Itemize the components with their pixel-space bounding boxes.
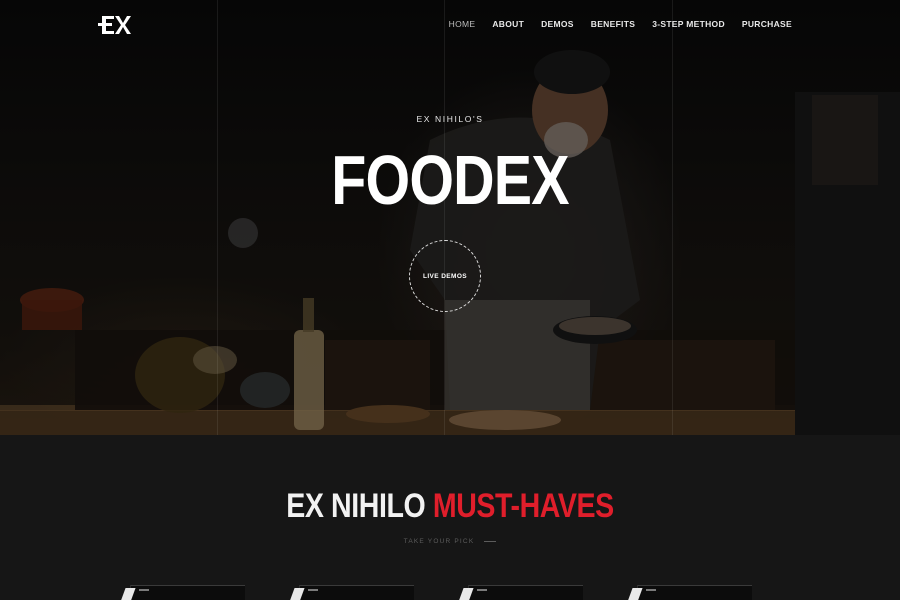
must-haves-section: EX NIHILO MUST-HAVES TAKE YOUR PICK <box>0 435 900 600</box>
nav-3-step-method[interactable]: 3-STEP METHOD <box>652 19 725 29</box>
nav-purchase[interactable]: PURCHASE <box>742 19 792 29</box>
live-demos-label: LIVE DEMOS <box>422 272 468 280</box>
nav-about[interactable]: ABOUT <box>492 19 524 29</box>
section-subtitle: TAKE YOUR PICK <box>0 538 900 545</box>
product-card[interactable] <box>289 585 414 600</box>
main-nav: HOME ABOUT DEMOS BENEFITS 3-STEP METHOD … <box>449 19 792 29</box>
live-demos-button[interactable]: LIVE DEMOS <box>409 240 481 312</box>
ex-logo-icon[interactable] <box>98 13 134 37</box>
nav-benefits[interactable]: BENEFITS <box>591 19 635 29</box>
card-tab <box>120 588 136 600</box>
product-card[interactable] <box>458 585 583 600</box>
section-title-white: EX NIHILO <box>286 487 426 525</box>
product-card[interactable] <box>627 585 752 600</box>
hero-eyebrow: EX NIHILO'S <box>416 114 484 124</box>
card-tab <box>289 588 305 600</box>
subtitle-divider <box>484 541 497 542</box>
hero-section: HOME ABOUT DEMOS BENEFITS 3-STEP METHOD … <box>0 0 900 435</box>
nav-home[interactable]: HOME <box>449 19 476 29</box>
card-bar <box>646 589 656 591</box>
section-subtitle-text: TAKE YOUR PICK <box>403 538 475 545</box>
card-tab <box>458 588 474 600</box>
card-bar <box>139 589 149 591</box>
product-card[interactable] <box>120 585 245 600</box>
nav-demos[interactable]: DEMOS <box>541 19 574 29</box>
hero-title: FOODEX <box>331 141 569 219</box>
product-cards <box>0 585 900 600</box>
section-title-red: MUST-HAVES <box>432 487 614 525</box>
card-bar <box>477 589 487 591</box>
card-tab <box>627 588 643 600</box>
section-title: EX NIHILO MUST-HAVES <box>72 487 828 526</box>
card-bar <box>308 589 318 591</box>
